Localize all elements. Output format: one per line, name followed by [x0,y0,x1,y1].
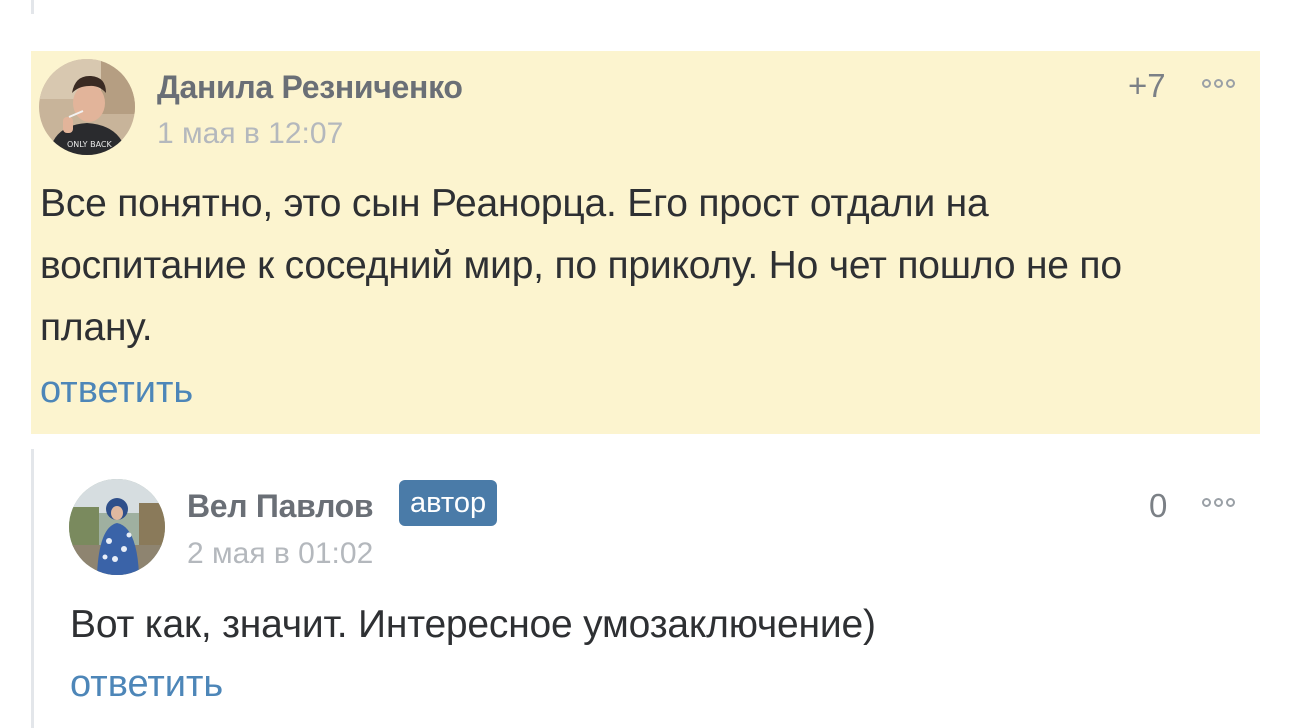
dot-icon [1202,498,1211,507]
comment-text-line: воспитание к соседний мир, по приколу. Н… [40,244,1122,287]
comment-highlighted: ONLY BACK Данила Резниченко 1 мая в 12:0… [31,51,1260,434]
dot-icon [1226,498,1235,507]
comments-page: ONLY BACK Данила Резниченко 1 мая в 12:0… [0,0,1290,728]
comment-score: 0 [1149,487,1168,524]
reply-link[interactable]: ответить [70,663,223,706]
comment-text-line: Все понятно, это сын Реанорца. Его прост… [40,182,989,225]
dot-icon [1214,498,1223,507]
comment-author[interactable]: Вел Павлов [187,488,374,525]
comment-text-line: плану. [40,306,153,349]
more-options-icon[interactable] [1202,498,1235,507]
comment-reply: Вел Павлов автор 2 мая в 01:02 0 Вот как… [34,449,1260,728]
avatar-shirt-text: ONLY BACK [67,140,113,149]
comment-text: Все понятно, это сын Реанорца. Его прост… [40,173,1122,359]
comment-date[interactable]: 1 мая в 12:07 [157,117,343,151]
comment-date[interactable]: 2 мая в 01:02 [187,537,373,571]
comment-text: Вот как, значит. Интересное умозаключени… [70,603,876,646]
comment-score: +7 [1128,67,1166,104]
more-options-icon[interactable] [1202,79,1235,88]
avatar-vel[interactable] [69,479,165,575]
avatar-danila[interactable]: ONLY BACK [39,59,135,155]
dot-icon [1214,79,1223,88]
thread-line-top [31,0,34,14]
reply-link[interactable]: ответить [40,369,193,412]
author-badge: автор [399,480,498,526]
comment-author[interactable]: Данила Резниченко [157,69,463,106]
dot-icon [1226,79,1235,88]
dot-icon [1202,79,1211,88]
